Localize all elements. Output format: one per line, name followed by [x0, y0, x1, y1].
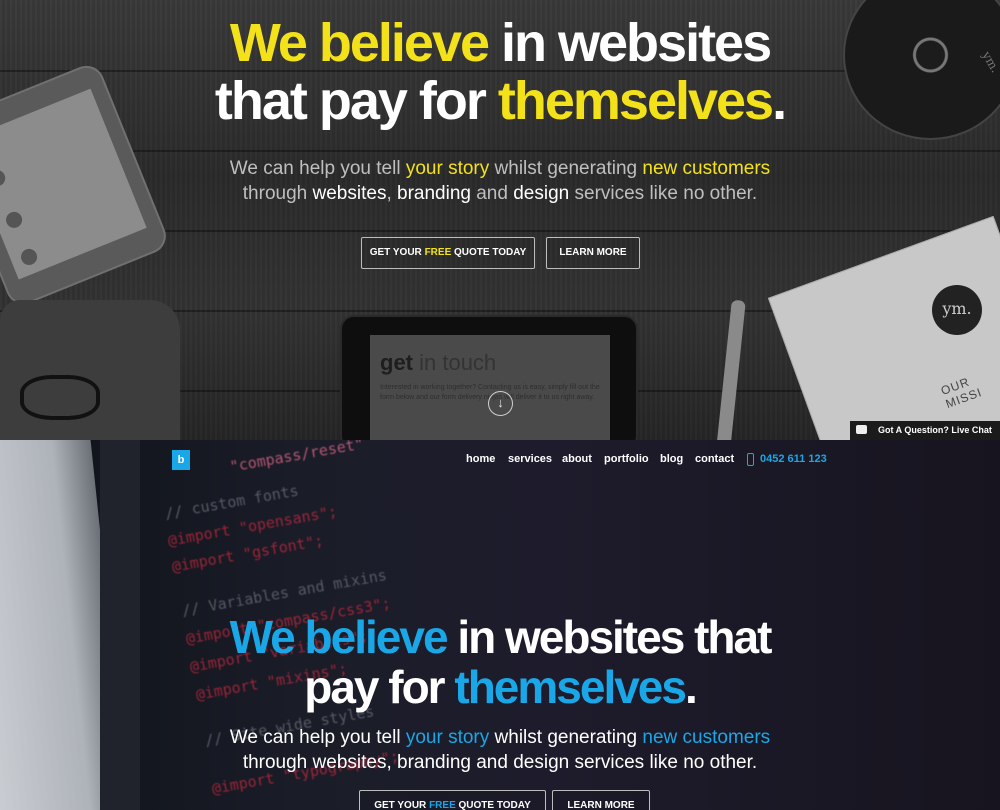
nav-home[interactable]: home	[466, 453, 495, 465]
phone-number-link[interactable]: 0452 611 123	[760, 453, 827, 465]
live-chat-button[interactable]: Got A Question? Live Chat	[850, 421, 1000, 440]
headline-text: .	[684, 661, 698, 713]
headline-text: in websites that	[446, 611, 772, 663]
phone-icon-dot	[3, 209, 25, 231]
glasses-image	[20, 375, 100, 420]
learn-more-button[interactable]: LEARN MORE	[546, 237, 640, 269]
headline-text: that pay for	[214, 71, 498, 131]
free-quote-button[interactable]: GET YOUR FREE QUOTE TODAY	[359, 790, 546, 810]
headline-text: in websites	[488, 13, 772, 73]
nav-blog[interactable]: blog	[660, 453, 683, 465]
hero-subheadline: We can help you tell your story whilst g…	[229, 727, 771, 773]
wood-plank-line	[0, 150, 1000, 152]
headline-highlight: We believe	[229, 611, 449, 663]
live-chat-label: Got A Question? Live Chat	[878, 425, 992, 435]
site-logo[interactable]: b	[172, 450, 190, 470]
free-quote-button[interactable]: GET YOUR FREE QUOTE TODAY	[361, 237, 535, 269]
nav-portfolio[interactable]: portfolio	[604, 453, 649, 465]
scroll-down-arrow-icon[interactable]: ↓	[488, 391, 513, 416]
headline-highlight: We believe	[229, 13, 490, 73]
hero-headline: We believe in websites that pay for them…	[0, 612, 1000, 712]
hero-subheadline: We can help you tell your story whilst g…	[229, 158, 771, 204]
nav-about[interactable]: about	[562, 453, 592, 465]
hero-headline: We believe in websites that pay for them…	[0, 14, 1000, 130]
headline-text: pay for	[304, 661, 455, 713]
chat-bubble-icon	[856, 425, 867, 434]
headline-text: .	[772, 71, 787, 131]
pen-image	[716, 299, 746, 440]
phone-icon	[747, 453, 754, 466]
headline-highlight: themselves	[497, 71, 774, 131]
hero-top-section: ym. get in touch Interested in working t…	[0, 0, 1000, 440]
nav-contact[interactable]: contact	[695, 453, 734, 465]
tablet-title: get in touch	[380, 350, 497, 375]
book-logo: ym.	[932, 285, 982, 335]
glasses-case-image	[0, 300, 180, 440]
phone-icon-dot	[18, 246, 40, 268]
headline-highlight: themselves	[454, 661, 687, 713]
hero-bottom-section: "compass/reset" // custom fonts @import …	[0, 440, 1000, 810]
code-line: "compass/reset"	[228, 440, 365, 476]
learn-more-button[interactable]: LEARN MORE	[552, 790, 650, 810]
nav-services[interactable]: services	[508, 453, 552, 465]
